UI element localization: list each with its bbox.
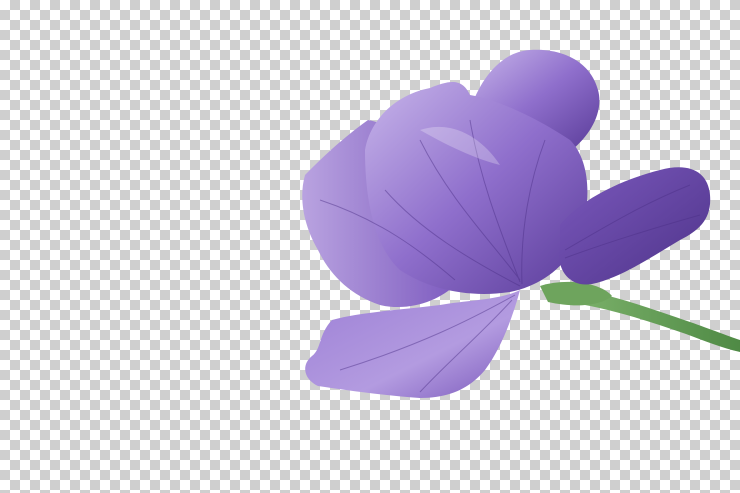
transparency-checkerboard (0, 0, 740, 493)
iris-flower-illustration (302, 49, 740, 398)
